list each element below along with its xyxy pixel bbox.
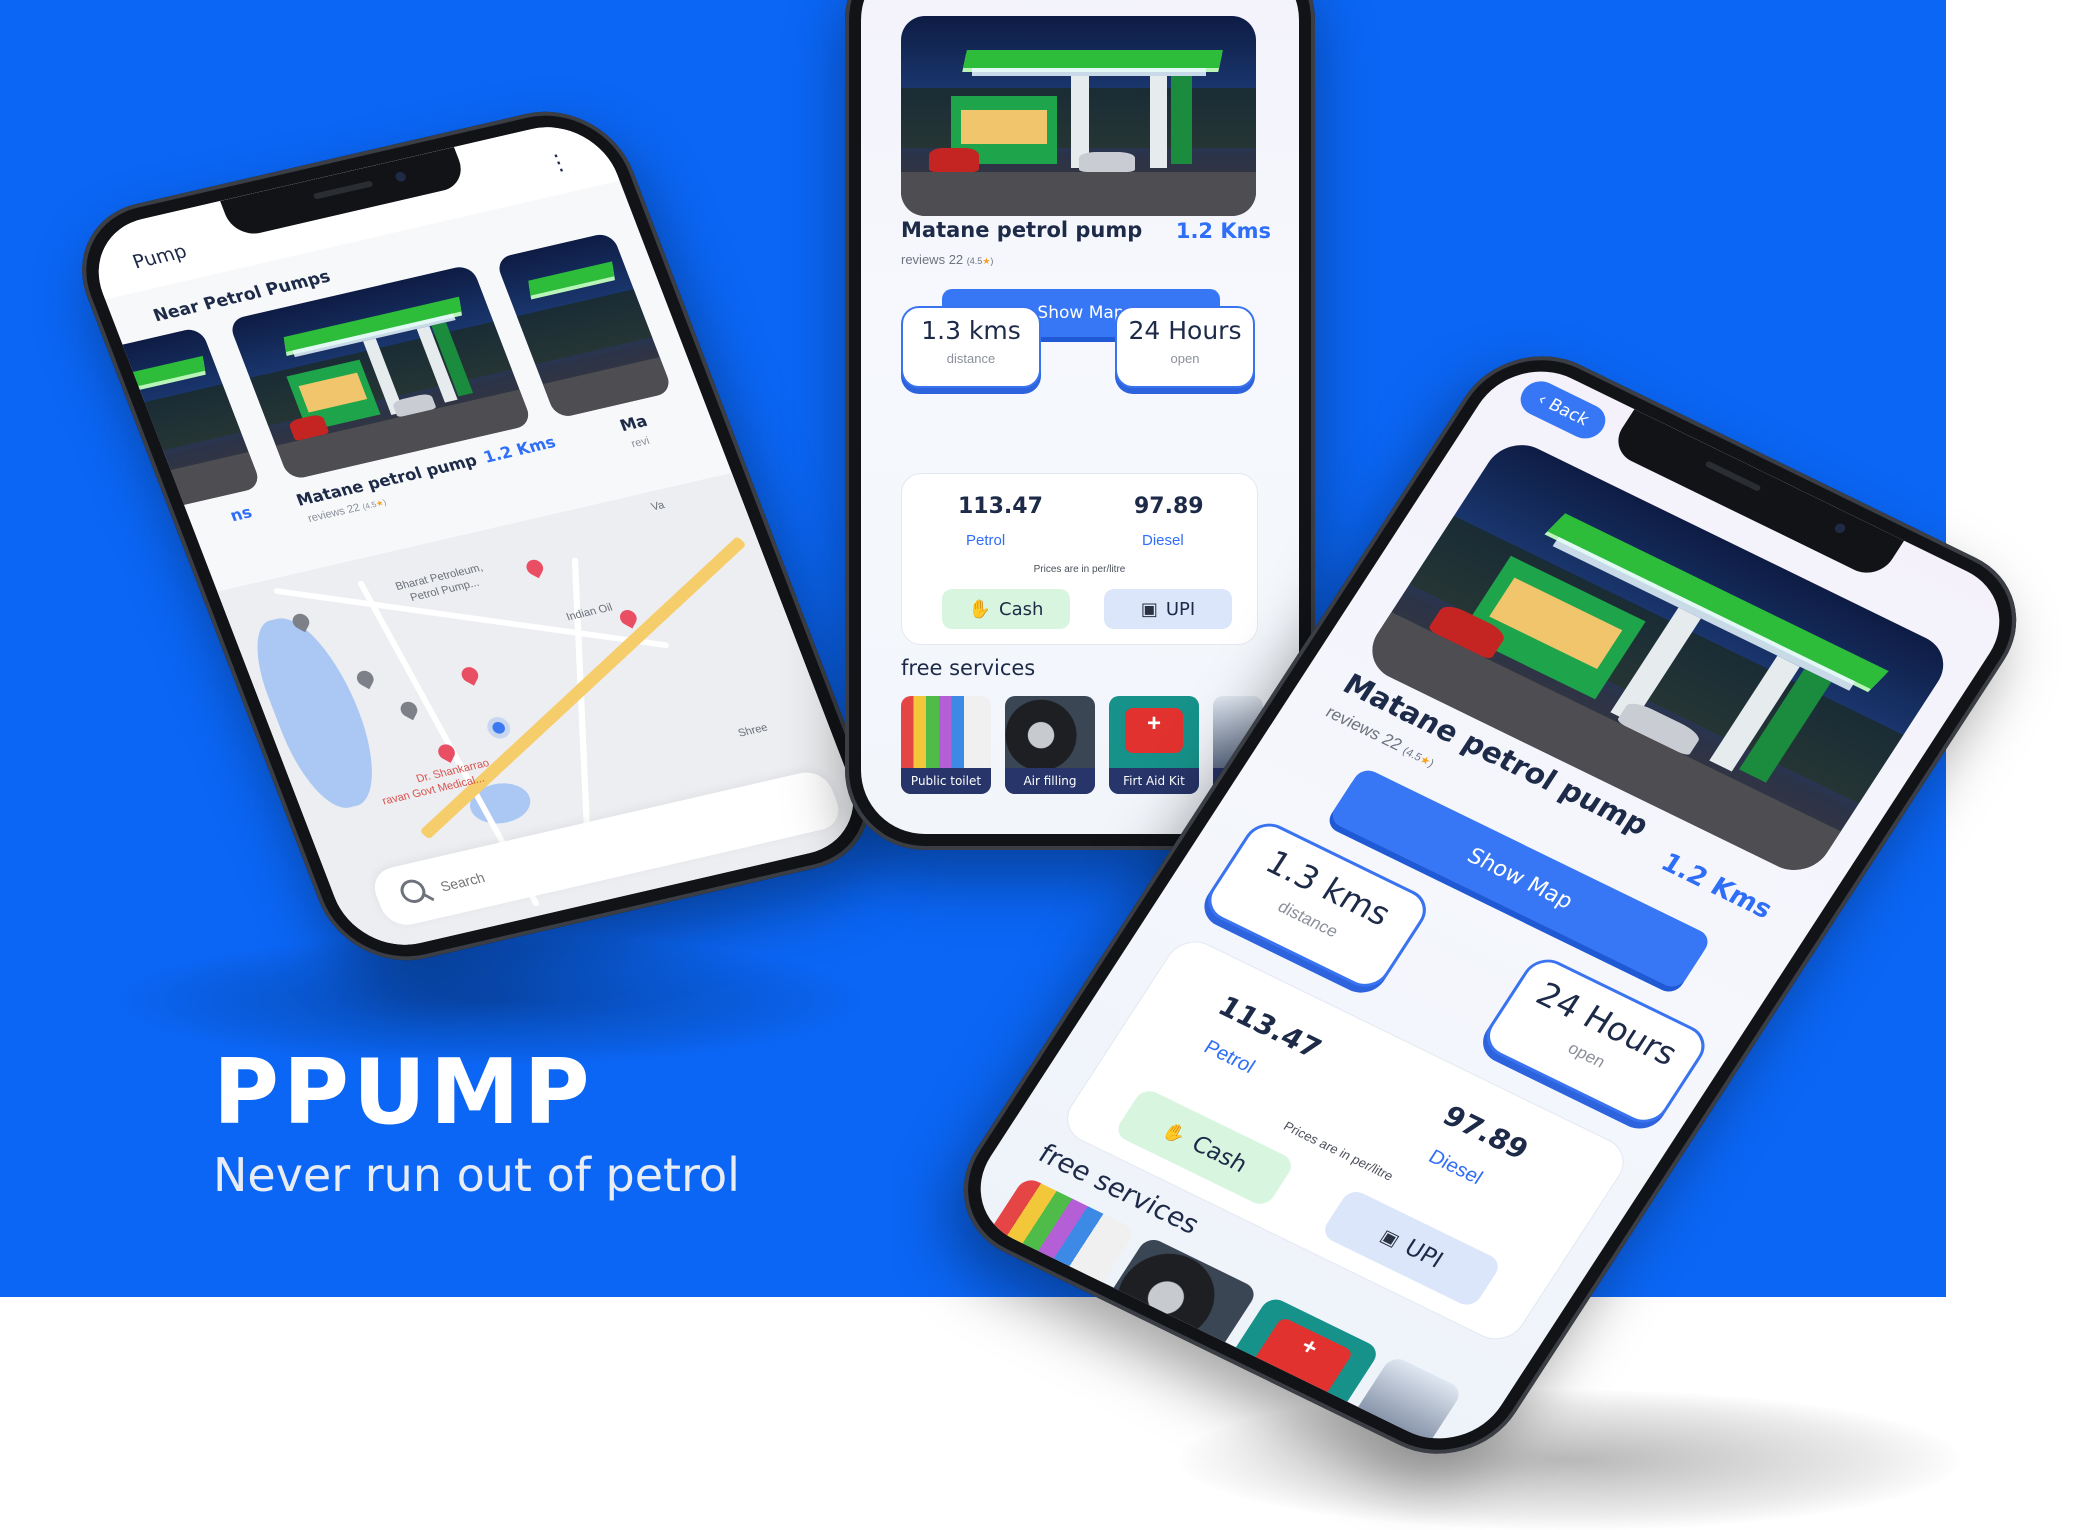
brand-title: PPUMP — [213, 1040, 594, 1145]
search-icon[interactable] — [396, 877, 430, 906]
diesel-price: 97.89 — [1134, 494, 1204, 519]
pump-distance: 1.2 Kms — [1175, 219, 1271, 243]
upi-label: UPI — [1165, 598, 1196, 620]
service-first-aid-kit[interactable]: Firt Aid Kit — [1109, 696, 1199, 794]
service-label: Firt Aid Kit — [1109, 768, 1199, 794]
rating-close: ) — [990, 256, 994, 266]
pump-card-next-name: Ma — [617, 411, 651, 436]
reviews-label: reviews — [306, 505, 347, 525]
map-pin-icon[interactable] — [617, 607, 640, 629]
detail-screen: Matane petrol pump 1.2 Kms reviews 22 (4… — [861, 0, 1299, 834]
upi-card-icon: ▣ — [1376, 1225, 1404, 1251]
hours-value: 24 Hours — [1128, 316, 1242, 345]
service-public-toilet[interactable]: Public toilet — [901, 696, 991, 794]
diesel-label: Diesel — [1424, 1145, 1487, 1189]
service-label: Public toilet — [901, 768, 991, 794]
map-pin-icon[interactable] — [458, 664, 481, 686]
upi-payment-chip[interactable]: ▣ UPI — [1104, 589, 1232, 629]
upi-label: UPI — [1399, 1235, 1448, 1274]
reviews-count: 22 — [1378, 729, 1406, 755]
pump-card-next[interactable] — [494, 231, 674, 419]
pump-distance: 1.2 Kms — [480, 432, 559, 467]
price-unit-note: Prices are in per/litre — [1033, 564, 1126, 575]
pump-reviews: reviews 22 (4.5★) — [901, 252, 993, 267]
free-services-title: free services — [901, 656, 1036, 680]
brand-tagline: Never run out of petrol — [213, 1148, 740, 1202]
cash-hand-icon: ✋ — [968, 598, 992, 620]
hours-label: open — [1170, 351, 1200, 366]
upi-card-icon: ▣ — [1140, 598, 1158, 620]
map-pin-icon[interactable] — [397, 698, 420, 721]
back-label: Back — [1544, 395, 1593, 431]
phone-detail-screen-front: Matane petrol pump 1.2 Kms reviews 22 (4… — [845, 0, 1315, 850]
reviews-label: reviews — [901, 252, 946, 267]
prices-panel: 113.47 Petrol 97.89 Diesel Prices are in… — [901, 473, 1258, 645]
rating-value: (4.5 — [966, 256, 983, 266]
distance-value: 1.3 kms — [921, 316, 1021, 345]
pump-photo — [901, 16, 1256, 216]
map-label: Va — [649, 499, 667, 514]
service-label: Air filling — [1005, 768, 1095, 794]
service-label: Air filling — [1081, 1308, 1212, 1392]
cash-payment-chip[interactable]: ✋ Cash — [942, 589, 1070, 629]
back-button[interactable]: ‹ Back — [1513, 375, 1613, 445]
hours-card: 24 Hours open — [1115, 306, 1255, 388]
petrol-label: Petrol — [966, 532, 1006, 549]
pump-card-previous-distance: ns — [227, 502, 255, 526]
map-label: Shree — [736, 721, 770, 740]
service-air-filling[interactable]: Air filling — [1005, 696, 1095, 794]
cash-label: Cash — [999, 598, 1044, 620]
reviews-count: 22 — [948, 252, 964, 267]
petrol-price: 113.47 — [958, 494, 1043, 519]
cash-label: Cash — [1186, 1131, 1252, 1178]
distance-card: 1.3 kms distance — [901, 306, 1041, 388]
map-pin-icon[interactable] — [354, 667, 377, 690]
phone-shadow-right — [1180, 1390, 1960, 1530]
diesel-label: Diesel — [1142, 532, 1184, 549]
upi-payment-chip[interactable]: ▣ UPI — [1319, 1187, 1504, 1310]
reviews-count: 22 — [345, 501, 362, 516]
pump-distance: 1.2 Kms — [1655, 847, 1778, 925]
pump-card-next-reviews: revi — [629, 434, 652, 451]
current-location-icon — [490, 720, 507, 735]
map-pin-icon[interactable] — [523, 556, 546, 579]
pump-name: Matane petrol pump — [901, 218, 1143, 242]
map-label: Indian Oil — [564, 601, 615, 624]
distance-label: distance — [946, 351, 996, 366]
petrol-label: Petrol — [1199, 1036, 1259, 1078]
map-road — [273, 587, 669, 649]
cash-hand-icon: ✋ — [1158, 1119, 1191, 1147]
